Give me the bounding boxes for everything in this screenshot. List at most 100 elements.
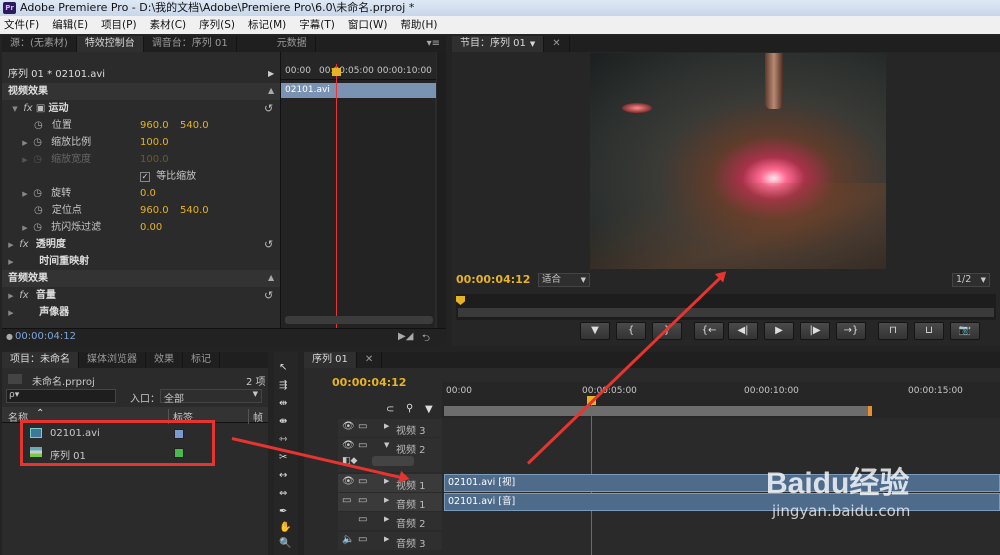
expand-triangle-icon[interactable]: ▶ (384, 496, 389, 504)
snap-icon[interactable]: ⊂ (386, 404, 394, 415)
menu-edit[interactable]: 编辑(E) (52, 16, 88, 34)
play-button[interactable]: ▶ (764, 322, 794, 340)
stopwatch-icon[interactable]: ◷ (33, 222, 42, 233)
hand-tool-icon[interactable]: ✋ (279, 522, 291, 533)
menu-window[interactable]: 窗口(W) (348, 16, 388, 34)
lock-icon[interactable]: ▭ (358, 476, 367, 487)
slip-tool-icon[interactable]: ↔ (279, 470, 287, 481)
loop-icon[interactable]: ⮌ (422, 331, 430, 348)
slide-tool-icon[interactable]: ⇔ (279, 488, 287, 499)
expand-triangle-icon[interactable]: ▶ (6, 254, 16, 271)
marker-icon[interactable]: ⚲ (406, 403, 413, 414)
tab-media-browser[interactable]: 媒体浏览器 (79, 352, 146, 368)
expand-triangle-icon[interactable]: ▶ (20, 186, 30, 203)
program-zoom-bar[interactable] (458, 308, 994, 317)
extract-button[interactable]: ⊔ (914, 322, 944, 340)
stopwatch-icon[interactable]: ◷ (33, 188, 42, 199)
expand-triangle-icon[interactable]: ▶ (384, 477, 389, 485)
eye-icon[interactable]: 👁 (342, 440, 355, 451)
menu-marker[interactable]: 标记(M) (248, 16, 286, 34)
search-input[interactable]: ρ▾ (6, 389, 116, 403)
tab-effect-controls[interactable]: 特效控制台 (76, 36, 144, 52)
menu-clip[interactable]: 素材(C) (150, 16, 187, 34)
tab-audio-mixer[interactable]: 调音台：序列 01 (144, 36, 237, 52)
effect-vscroll[interactable] (437, 52, 446, 328)
ripple-edit-tool-icon[interactable]: ⇹ (279, 398, 287, 409)
timeline-ruler[interactable]: 00:00 00:00:05:00 00:00:10:00 00:00:15:0… (442, 382, 1000, 418)
expand-triangle-icon[interactable]: ▼ (10, 101, 20, 118)
dropdown-arrow-icon[interactable]: ▼ (530, 36, 535, 52)
opacity-row[interactable]: ▶ fx 透明度 (2, 236, 280, 253)
mini-clip-bar[interactable]: 02101.avi (281, 83, 436, 98)
position-x-value[interactable]: 960.0 (140, 117, 169, 134)
stopwatch-icon[interactable]: ◷ (33, 137, 42, 148)
go-to-in-button[interactable]: {← (694, 322, 724, 340)
export-icon[interactable]: ▶◢ (398, 331, 413, 342)
panner-row[interactable]: ▶ 声像器 (2, 304, 280, 321)
lock-icon[interactable]: ▭ (358, 514, 367, 525)
program-tab-close-icon[interactable]: ✕ (544, 36, 570, 52)
effect-timecode[interactable]: 00:00:04:12 (15, 331, 76, 342)
anchor-y-value[interactable]: 540.0 (180, 202, 209, 219)
panel-menu-icon[interactable]: ▾≡ (421, 36, 446, 52)
reset-icon[interactable]: ↺ (264, 238, 273, 251)
lock-icon[interactable]: ▭ (358, 534, 367, 545)
expand-triangle-icon[interactable]: ▶ (6, 288, 16, 305)
effect-mini-timeline[interactable]: 00:00 00:00:05:00 00:00:10:00 02101.avi (280, 52, 436, 328)
mini-scrollbar[interactable] (285, 316, 433, 324)
mini-playhead[interactable] (336, 64, 337, 328)
tab-sequence[interactable]: 序列 01 (304, 352, 357, 368)
quality-dropdown[interactable]: 1/2 ▼ (952, 273, 990, 287)
mark-in-button[interactable]: { (616, 322, 646, 340)
add-marker-icon[interactable]: ▼ (425, 404, 433, 415)
tab-markers[interactable]: 标记 (183, 352, 220, 368)
selection-tool-icon[interactable]: ↖ (279, 362, 287, 373)
expand-triangle-icon[interactable]: ▼ (384, 441, 389, 449)
uniform-scale-checkbox[interactable]: ✓ (140, 172, 150, 182)
tab-metadata[interactable]: 元数据 (237, 36, 316, 52)
expand-triangle-icon[interactable]: ▶ (384, 535, 389, 543)
motion-row[interactable]: ▼ fx ▣ 运动 (2, 100, 280, 117)
step-back-button[interactable]: ◀| (728, 322, 758, 340)
menu-help[interactable]: 帮助(H) (400, 16, 437, 34)
rolling-edit-tool-icon[interactable]: ⇼ (279, 416, 287, 427)
export-frame-camera-icon[interactable]: 📷 (950, 322, 980, 340)
speaker-icon[interactable]: 🔈 (342, 534, 354, 545)
razor-tool-icon[interactable]: ✂ (279, 452, 287, 463)
menu-file[interactable]: 文件(F) (4, 16, 39, 34)
go-to-out-button[interactable]: →} (836, 322, 866, 340)
tab-effects[interactable]: 效果 (146, 352, 183, 368)
expand-triangle-icon[interactable]: ▶ (20, 135, 30, 152)
tab-program[interactable]: 节目：序列 01 ▼ (452, 36, 545, 52)
reset-icon[interactable]: ↺ (264, 102, 273, 115)
timeline-timecode[interactable]: 00:00:04:12 (332, 376, 406, 389)
track-select-tool-icon[interactable]: ⇶ (279, 380, 287, 391)
stopwatch-icon[interactable]: ◷ (34, 205, 43, 216)
stopwatch-icon[interactable]: ◷ (34, 120, 43, 131)
menu-sequence[interactable]: 序列(S) (199, 16, 235, 34)
timeline-tab-close-icon[interactable]: ✕ (357, 352, 383, 368)
expand-triangle-icon[interactable]: ▶ (6, 305, 16, 322)
expand-triangle-icon[interactable]: ▶ (384, 422, 389, 430)
volume-row[interactable]: ▶ fx 音量 (2, 287, 280, 304)
collapse-icon[interactable]: ▲ (268, 86, 274, 95)
program-timecode[interactable]: 00:00:04:12 (456, 273, 530, 286)
position-y-value[interactable]: 540.0 (180, 117, 209, 134)
scale-value[interactable]: 100.0 (140, 134, 169, 151)
tab-source[interactable]: 源：(无素材) (2, 36, 77, 52)
speaker-icon[interactable]: ▭ (342, 495, 351, 506)
reset-icon[interactable]: ↺ (264, 289, 273, 302)
expand-triangle-icon[interactable]: ▶ (384, 515, 389, 523)
anchor-x-value[interactable]: 960.0 (140, 202, 169, 219)
lock-icon[interactable]: ▭ (358, 495, 367, 506)
expand-triangle-icon[interactable]: ▶ (20, 220, 30, 237)
step-forward-button[interactable]: |▶ (800, 322, 830, 340)
rate-stretch-tool-icon[interactable]: ⇿ (279, 434, 287, 445)
tab-project[interactable]: 项目：未命名 (2, 352, 79, 368)
inlet-dropdown[interactable]: 全部 ▼ (160, 389, 262, 405)
rotation-value[interactable]: 0.0 (140, 185, 156, 202)
eye-icon[interactable]: 👁 (342, 476, 355, 487)
mini-playhead-handle[interactable] (332, 68, 341, 76)
program-playhead-handle[interactable] (456, 296, 465, 305)
menu-title[interactable]: 字幕(T) (299, 16, 335, 34)
